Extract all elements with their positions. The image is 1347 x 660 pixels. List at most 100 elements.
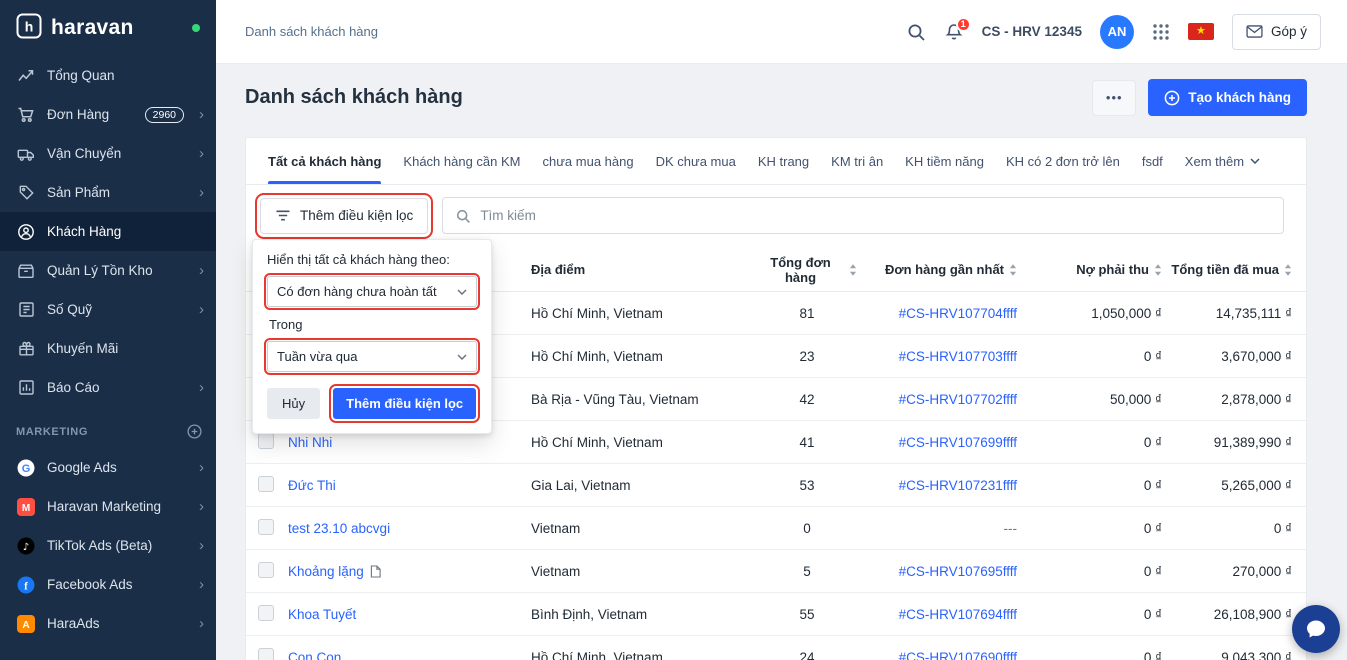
page-actions: ••• Tạo khách hàng (1092, 79, 1307, 116)
notifications-button[interactable]: 1 (944, 22, 964, 42)
customer-name-link[interactable]: Khoảng lặng (288, 564, 364, 579)
customer-location: Hồ Chí Minh, Vietnam (531, 306, 757, 321)
chat-widget-button[interactable] (1292, 605, 1340, 653)
sort-icon[interactable] (1284, 264, 1292, 276)
sidebar-nav: Tổng Quan Đơn Hàng 2960 › Vận Chuyển › S… (0, 56, 216, 407)
sidebar-item-haraads[interactable]: A HaraAds › (0, 604, 216, 643)
topbar-actions: 1 CS - HRV 12345 AN ★ Góp ý (906, 14, 1321, 50)
total-spent: 2,878,000 ₫ (1162, 392, 1306, 407)
receivable: 1,050,000 ₫ (1017, 306, 1162, 321)
customer-name-link[interactable]: Con Con (288, 650, 341, 660)
chevron-right-icon: › (199, 263, 204, 278)
name-cell: Nhi Nhi (288, 435, 531, 450)
sort-icon[interactable] (1154, 264, 1162, 276)
vietnam-flag-icon[interactable]: ★ (1188, 23, 1214, 40)
customer-name-link[interactable]: Đức Thi (288, 478, 336, 493)
app-logo[interactable]: h haravan (0, 0, 216, 56)
main-content: Danh sách khách hàng ••• Tạo khách hàng … (216, 64, 1347, 660)
saved-views-tabs: Tất cả khách hàng Khách hàng cần KM chưa… (246, 138, 1306, 185)
google-icon: G (16, 459, 36, 477)
page-header: Danh sách khách hàng ••• Tạo khách hàng (216, 64, 1347, 116)
sidebar-item-bao-cao[interactable]: Báo Cáo › (0, 368, 216, 407)
tab-tat-ca-khach-hang[interactable]: Tất cả khách hàng (268, 138, 381, 184)
avatar[interactable]: AN (1100, 15, 1134, 49)
brand-name: haravan (51, 16, 134, 40)
tab-khach-hang-can-km[interactable]: Khách hàng cần KM (403, 138, 520, 184)
sidebar-item-facebook-ads[interactable]: f Facebook Ads › (0, 565, 216, 604)
name-cell: Đức Thi (288, 478, 531, 493)
svg-text:h: h (25, 18, 34, 34)
customer-name-link[interactable]: Khoa Tuyết (288, 607, 356, 622)
last-order-link[interactable]: #CS-HRV107690ffff (899, 650, 1017, 660)
sidebar-item-san-pham[interactable]: Sản Phẩm › (0, 173, 216, 212)
row-checkbox[interactable] (258, 648, 274, 660)
trend-icon (16, 67, 36, 84)
account-label[interactable]: CS - HRV 12345 (982, 24, 1082, 39)
last-order-link[interactable]: #CS-HRV107699ffff (899, 435, 1017, 450)
sort-icon[interactable] (1009, 264, 1017, 276)
customer-name-link[interactable]: Nhi Nhi (288, 435, 332, 450)
sidebar-item-tong-quan[interactable]: Tổng Quan (0, 56, 216, 95)
tab-chua-mua-hang[interactable]: chưa mua hàng (543, 138, 634, 184)
sidebar-item-khuyen-mai[interactable]: Khuyến Mãi (0, 329, 216, 368)
svg-text:M: M (22, 503, 30, 514)
cashbook-icon (16, 301, 36, 318)
plus-circle-icon[interactable] (187, 424, 202, 439)
tab-fsdf[interactable]: fsdf (1142, 138, 1163, 184)
last-order-link[interactable]: #CS-HRV107695ffff (899, 564, 1017, 579)
filter-period-value: Tuần vừa qua (277, 349, 358, 364)
total-spent: 0 ₫ (1162, 521, 1306, 536)
checkbox-cell (246, 433, 288, 452)
sidebar-item-quan-ly-ton-kho[interactable]: Quản Lý Tồn Kho › (0, 251, 216, 290)
last-order-link[interactable]: #CS-HRV107231ffff (899, 478, 1017, 493)
row-checkbox[interactable] (258, 562, 274, 578)
customer-name-link[interactable]: test 23.10 abcvgi (288, 521, 390, 536)
add-filter-button[interactable]: Thêm điều kiện lọc (260, 198, 428, 234)
last-order-link[interactable]: #CS-HRV107703ffff (899, 349, 1017, 364)
filter-period-select[interactable]: Tuần vừa qua (267, 341, 477, 372)
search-input[interactable] (480, 208, 1271, 223)
filter-popup-actions: Hủy Thêm điều kiện lọc (267, 388, 477, 419)
tab-km-tri-an[interactable]: KM tri ân (831, 138, 883, 184)
table-row-6: test 23.10 abcvgi Vietnam 0 --- 0 ₫ 0 ₫ (246, 507, 1306, 550)
sidebar-item-haravan-marketing[interactable]: M Haravan Marketing › (0, 487, 216, 526)
last-order-link[interactable]: #CS-HRV107704ffff (899, 306, 1017, 321)
apply-filter-button[interactable]: Thêm điều kiện lọc (333, 388, 476, 419)
plus-circle-icon (1164, 90, 1180, 106)
row-checkbox[interactable] (258, 476, 274, 492)
sidebar-item-don-hang[interactable]: Đơn Hàng 2960 › (0, 95, 216, 134)
sidebar-item-google-ads[interactable]: G Google Ads › (0, 448, 216, 487)
tab-kh-co-2-don[interactable]: KH có 2 đơn trở lên (1006, 138, 1120, 184)
sidebar-item-so-quy[interactable]: Số Quỹ › (0, 290, 216, 329)
name-cell: Khoa Tuyết (288, 607, 531, 622)
sidebar-item-tiktok-ads[interactable]: ♪ TikTok Ads (Beta) › (0, 526, 216, 565)
name-cell: test 23.10 abcvgi (288, 521, 531, 536)
sort-icon[interactable] (849, 264, 857, 276)
cancel-button[interactable]: Hủy (267, 388, 320, 419)
total-orders: 42 (757, 392, 857, 407)
last-order-link[interactable]: #CS-HRV107702ffff (899, 392, 1017, 407)
tab-dk-chua-mua[interactable]: DK chưa mua (656, 138, 736, 184)
create-customer-button[interactable]: Tạo khách hàng (1148, 79, 1307, 116)
tab-kh-trang[interactable]: KH trang (758, 138, 809, 184)
customer-location: Vietnam (531, 564, 757, 579)
row-checkbox[interactable] (258, 433, 274, 449)
more-actions-button[interactable]: ••• (1092, 80, 1136, 116)
checkbox-cell (246, 476, 288, 495)
sidebar-item-label: Haravan Marketing (47, 499, 188, 514)
tab-kh-tiem-nang[interactable]: KH tiềm năng (905, 138, 984, 184)
header-total-orders: Tổng đơn hàng (757, 255, 857, 285)
tab-label: KH trang (758, 154, 809, 169)
tab-xem-them[interactable]: Xem thêm (1185, 138, 1260, 184)
search-icon[interactable] (906, 22, 926, 42)
row-checkbox[interactable] (258, 605, 274, 621)
feedback-button[interactable]: Góp ý (1232, 14, 1321, 50)
row-checkbox[interactable] (258, 519, 274, 535)
last-order-link[interactable]: #CS-HRV107694ffff (899, 607, 1017, 622)
filter-popup: Hiển thị tất cả khách hàng theo: Có đơn … (252, 239, 492, 434)
sidebar-item-khach-hang[interactable]: Khách Hàng (0, 212, 216, 251)
sidebar-item-label: Tổng Quan (47, 68, 204, 83)
apps-grid-icon[interactable] (1152, 23, 1170, 41)
filter-condition-select[interactable]: Có đơn hàng chưa hoàn tất (267, 276, 477, 307)
sidebar-item-van-chuyen[interactable]: Vận Chuyển › (0, 134, 216, 173)
